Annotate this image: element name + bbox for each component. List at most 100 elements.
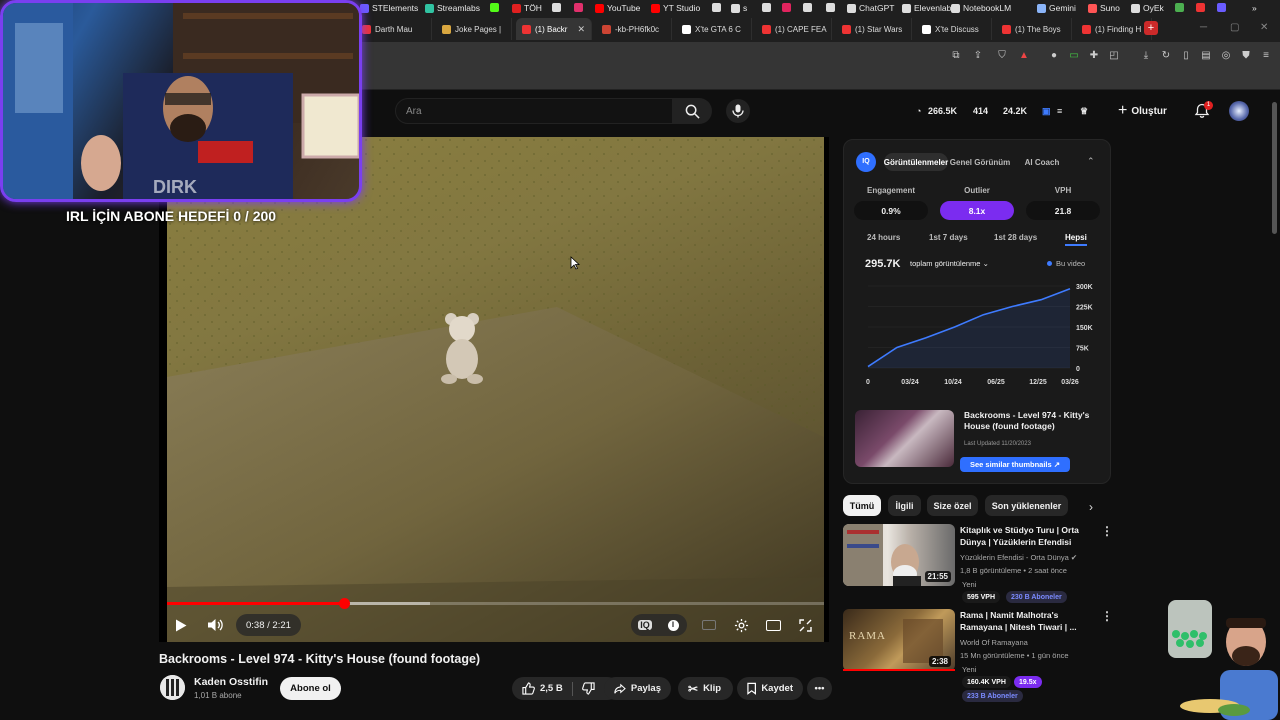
browser-tab[interactable]: (1) CAPE FEA bbox=[756, 18, 832, 40]
subscribe-button[interactable]: Abone ol bbox=[280, 677, 341, 700]
bookmark-item[interactable]: YouTube bbox=[595, 3, 640, 13]
recommendation-thumbnail[interactable]: RAMA 2:38 bbox=[843, 609, 955, 671]
chip-all[interactable]: Tümü bbox=[843, 495, 881, 516]
vidiq-icon[interactable]: ▣ bbox=[1042, 106, 1051, 117]
thumbs-down-icon[interactable] bbox=[581, 682, 595, 695]
range-7d[interactable]: 1st 7 days bbox=[929, 233, 968, 242]
vpn-icon[interactable]: ◎ bbox=[1220, 50, 1232, 62]
seek-bar[interactable] bbox=[167, 598, 824, 609]
tab-views[interactable]: Görüntülenmeler bbox=[884, 153, 948, 171]
bookmark-item[interactable]: OyEk bbox=[1131, 3, 1164, 13]
bookmark-item[interactable]: Streamlabs bbox=[425, 3, 480, 13]
more-vert-icon[interactable]: ⋮ bbox=[1101, 524, 1113, 538]
recommendation-channel[interactable]: World Of Ramayana bbox=[960, 638, 1028, 647]
bookmark-item[interactable]: NotebookLM bbox=[951, 3, 1011, 13]
share-icon[interactable]: ⇪ bbox=[972, 50, 984, 62]
share-button[interactable]: Paylaş bbox=[604, 677, 671, 700]
bookmark-item[interactable]: Suno bbox=[1088, 3, 1120, 13]
browser-tab[interactable]: (1) The Boys bbox=[996, 18, 1072, 40]
browser-tab[interactable]: (1) Finding H bbox=[1076, 18, 1152, 40]
search-button[interactable] bbox=[672, 98, 712, 124]
range-28d[interactable]: 1st 28 days bbox=[994, 233, 1037, 242]
bookmark-item[interactable] bbox=[490, 3, 499, 12]
create-button[interactable]: + Oluştur bbox=[1118, 100, 1178, 122]
maximize-icon[interactable]: ▢ bbox=[1230, 22, 1239, 33]
browser-tab[interactable]: X'te GTA 6 C bbox=[676, 18, 752, 40]
collapse-icon[interactable]: ⌃ bbox=[1087, 156, 1095, 167]
browser-tab[interactable]: Darth Mau bbox=[356, 18, 432, 40]
account-avatar[interactable] bbox=[1229, 101, 1249, 121]
bookmark-item[interactable] bbox=[1175, 3, 1184, 12]
menu-icon[interactable]: ≡ bbox=[1260, 50, 1272, 62]
more-actions-button[interactable]: ••• bbox=[807, 677, 832, 700]
new-tab-button[interactable]: + bbox=[1144, 21, 1158, 35]
extension-icon[interactable]: ● bbox=[1048, 50, 1060, 62]
list-icon[interactable]: ≡ bbox=[1057, 106, 1062, 116]
settings-button[interactable] bbox=[730, 614, 752, 636]
chevron-right-icon[interactable]: › bbox=[1089, 500, 1093, 514]
views-metric-select[interactable]: toplam görüntülenme ⌄ bbox=[910, 259, 989, 268]
like-button[interactable]: 2,5 B bbox=[522, 682, 563, 695]
bookmark-item[interactable] bbox=[803, 3, 812, 12]
bookmark-item[interactable] bbox=[574, 3, 583, 12]
bookmark-item[interactable] bbox=[782, 3, 791, 12]
theater-button[interactable] bbox=[762, 614, 784, 636]
bookmark-item[interactable]: Elevenlabs bbox=[902, 3, 956, 13]
bookmark-item[interactable]: Gemini bbox=[1037, 3, 1076, 13]
puzzle-icon[interactable]: ✚ bbox=[1088, 50, 1100, 62]
bookmark-item[interactable]: s bbox=[731, 3, 747, 13]
extension-icon[interactable]: ▭ bbox=[1068, 50, 1080, 62]
brave-shield-icon[interactable]: ⛉ bbox=[996, 50, 1008, 62]
chip-related[interactable]: İlgili bbox=[888, 495, 921, 516]
tab-ai-coach[interactable]: AI Coach bbox=[1016, 153, 1068, 171]
tab-overview[interactable]: Genel Görünüm bbox=[948, 153, 1012, 171]
sidebar-icon[interactable]: ▯ bbox=[1180, 50, 1192, 62]
bookmark-item[interactable] bbox=[1217, 3, 1226, 12]
channel-name[interactable]: Kaden Osstifin bbox=[194, 676, 268, 688]
bookmark-item[interactable]: ChatGPT bbox=[847, 3, 894, 13]
recommendation-thumbnail[interactable]: 21:55 bbox=[843, 524, 955, 586]
mute-button[interactable] bbox=[204, 614, 226, 636]
trophy-icon[interactable]: ♕ bbox=[1080, 106, 1088, 117]
search-input[interactable]: Ara bbox=[395, 98, 673, 124]
captions-button[interactable] bbox=[698, 614, 720, 636]
recommendation-title[interactable]: Rama | Namit Malhotra's Ramayana | Nites… bbox=[960, 609, 1088, 633]
bookmark-item[interactable] bbox=[712, 3, 721, 12]
more-bookmarks-icon[interactable]: » bbox=[1252, 3, 1257, 13]
install-icon[interactable]: ⧉ bbox=[950, 50, 962, 62]
browser-tab[interactable]: -kb-PH6fk0c bbox=[596, 18, 672, 40]
download-icon[interactable]: ⤓ bbox=[1140, 50, 1152, 62]
pause-indicator[interactable]: ‖ bbox=[662, 614, 684, 636]
close-window-icon[interactable]: ✕ bbox=[1260, 22, 1268, 33]
bookmark-item[interactable]: STElements bbox=[360, 3, 418, 13]
minimize-icon[interactable]: ─ bbox=[1200, 22, 1207, 33]
vidiq-button[interactable]: IQ bbox=[634, 614, 656, 636]
range-24h[interactable]: 24 hours bbox=[867, 233, 900, 242]
rewards-icon[interactable]: ▲ bbox=[1018, 50, 1030, 62]
wallet-icon[interactable]: ▤ bbox=[1200, 50, 1212, 62]
play-button[interactable] bbox=[170, 614, 192, 636]
close-tab-icon[interactable]: ✕ bbox=[577, 24, 585, 35]
scrollbar-thumb[interactable] bbox=[1272, 102, 1277, 234]
chip-for-you[interactable]: Size özel bbox=[927, 495, 978, 516]
chip-recent[interactable]: Son yüklenenler bbox=[985, 495, 1068, 516]
browser-tab[interactable]: (1) Backr ✕ bbox=[516, 18, 592, 40]
voice-search-button[interactable] bbox=[726, 99, 750, 123]
bookmark-item[interactable] bbox=[1196, 3, 1205, 12]
recommendation-title[interactable]: Kitaplık ve Stüdyo Turu | Orta Dünya | Y… bbox=[960, 524, 1088, 548]
bookmark-item[interactable] bbox=[826, 3, 835, 12]
browser-tab[interactable]: X'te Discuss bbox=[916, 18, 992, 40]
browser-tab[interactable]: Joke Pages | bbox=[436, 18, 512, 40]
more-vert-icon[interactable]: ⋮ bbox=[1101, 609, 1113, 623]
extension-icon[interactable]: ◰ bbox=[1108, 50, 1120, 62]
similar-thumbnails-button[interactable]: See similar thumbnails ↗ bbox=[960, 457, 1070, 472]
range-all[interactable]: Hepsi bbox=[1065, 233, 1087, 246]
bookmark-item[interactable] bbox=[762, 3, 771, 12]
browser-tab[interactable]: (1) Star Wars bbox=[836, 18, 912, 40]
channel-avatar[interactable] bbox=[160, 675, 185, 700]
shield-icon[interactable]: ⛊ bbox=[1240, 50, 1252, 62]
history-icon[interactable]: ↻ bbox=[1160, 50, 1172, 62]
bookmark-item[interactable] bbox=[552, 3, 561, 12]
clip-button[interactable]: ✂ Klip bbox=[678, 677, 733, 700]
bookmark-item[interactable]: TÖH bbox=[512, 3, 542, 13]
